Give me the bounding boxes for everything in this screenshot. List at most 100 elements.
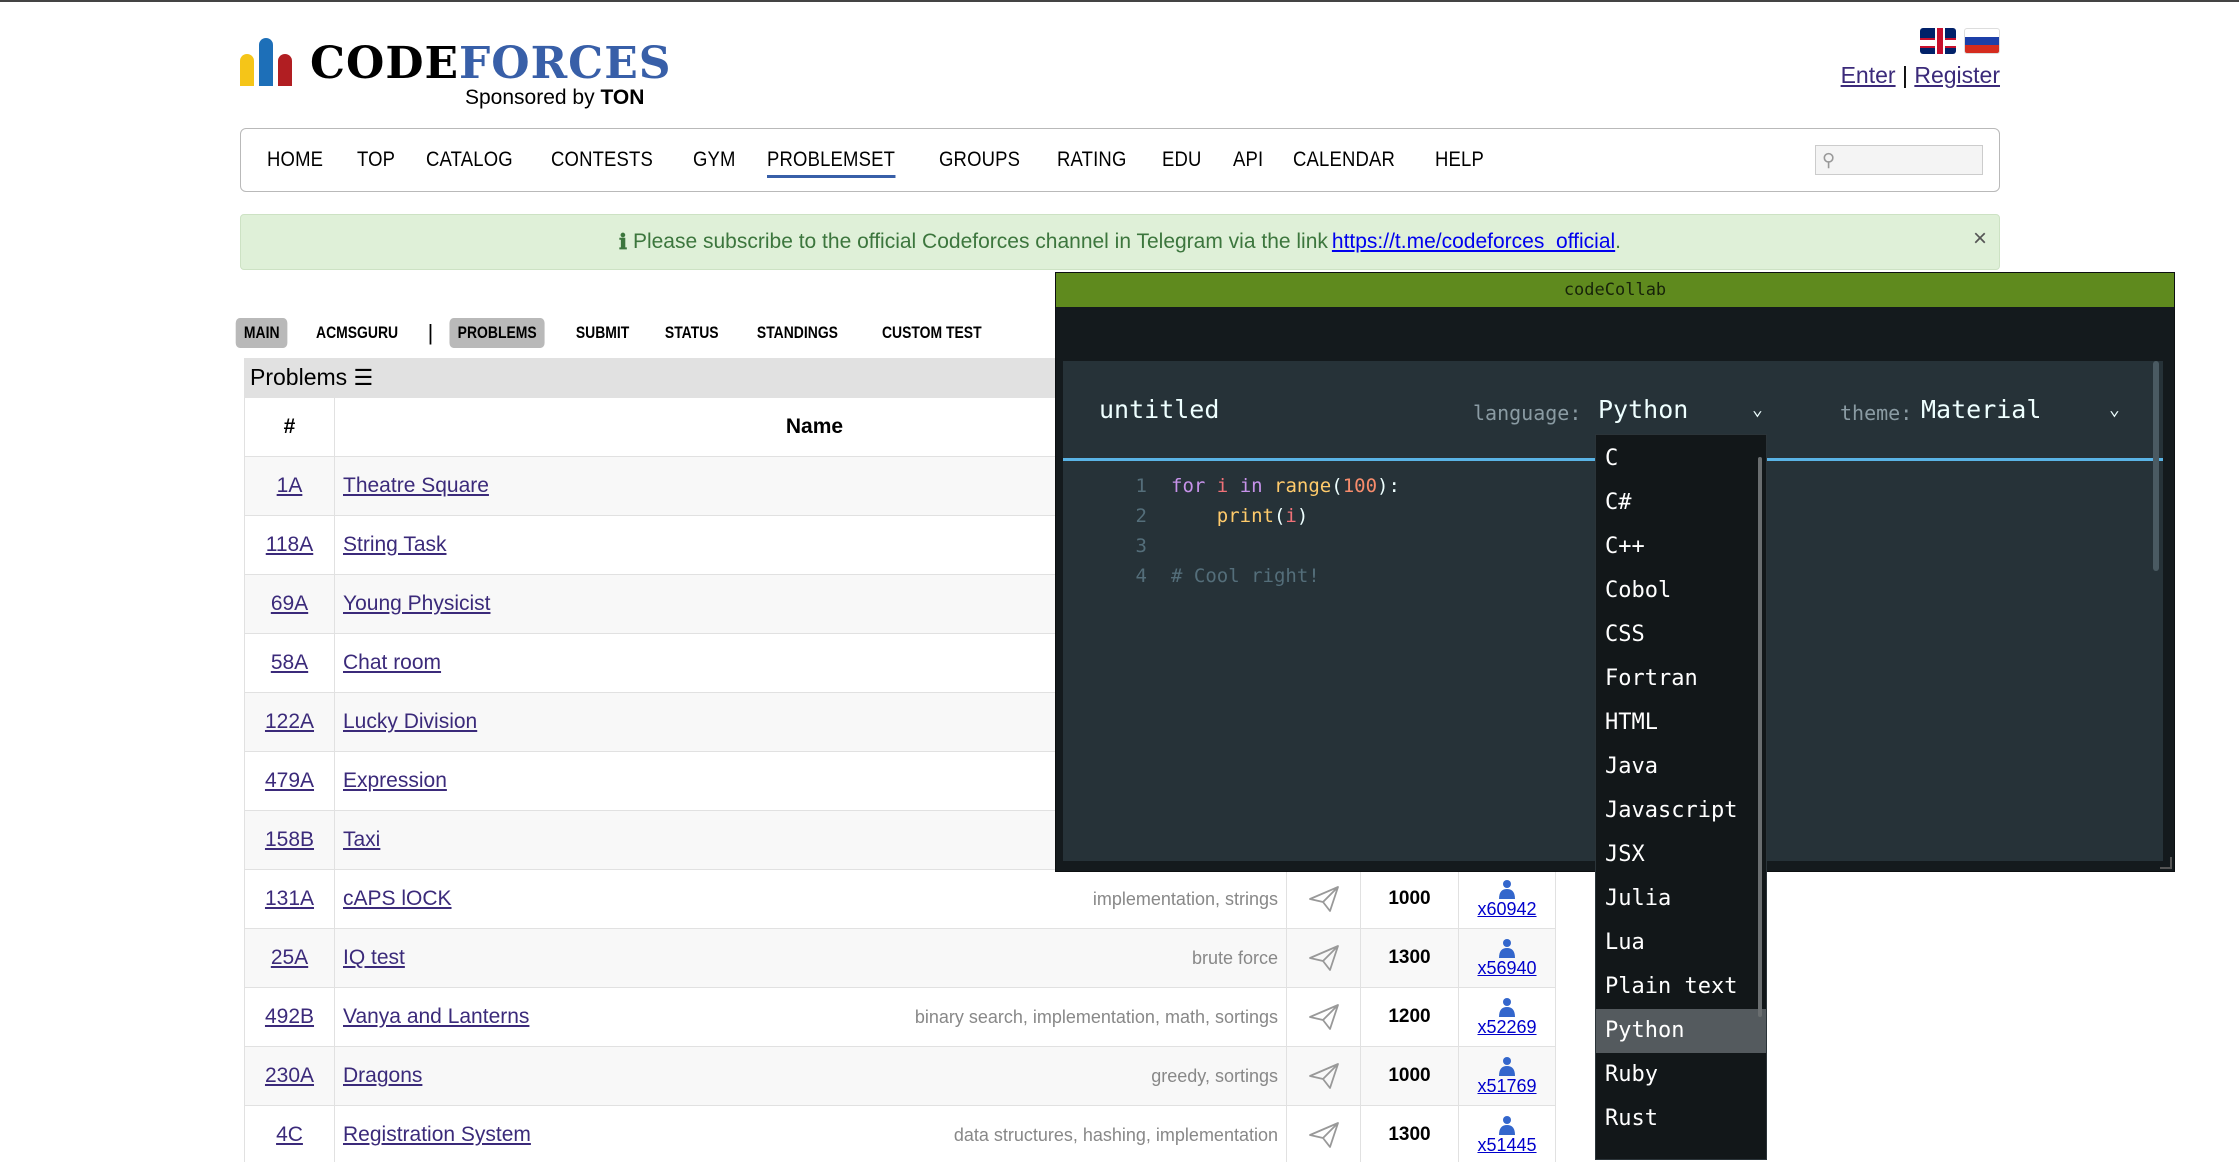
menu-catalog[interactable]: CATALOG [426, 148, 513, 172]
language-option[interactable]: JSX [1596, 833, 1766, 877]
ru-flag-icon[interactable] [1964, 28, 2000, 54]
chevron-down-icon: ⌄ [2109, 399, 2120, 420]
problem-id-link[interactable]: 4C [276, 1123, 303, 1147]
language-select[interactable]: Python ⌄ [1598, 395, 1770, 424]
list-icon[interactable]: ☰ [354, 365, 374, 390]
submit-cell[interactable] [1287, 870, 1361, 928]
problem-id-link[interactable]: 58A [271, 651, 308, 675]
auth-links: Enter | Register [1841, 62, 2000, 89]
problem-id-link[interactable]: 25A [271, 946, 308, 970]
solved-count-link[interactable]: x56940 [1477, 958, 1536, 979]
problem-name-link[interactable]: Expression [343, 769, 447, 793]
enter-link[interactable]: Enter [1841, 62, 1896, 88]
problem-name-link[interactable]: IQ test [343, 946, 405, 970]
language-option[interactable]: Rust [1596, 1097, 1766, 1141]
menu-calendar[interactable]: CALENDAR [1293, 148, 1395, 172]
solved-count-link[interactable]: x51769 [1477, 1076, 1536, 1097]
problem-id-link[interactable]: 118A [266, 533, 314, 557]
solved-count-link[interactable]: x51445 [1477, 1135, 1536, 1156]
problem-name-link[interactable]: Young Physicist [343, 592, 490, 616]
problem-id-link[interactable]: 131A [265, 887, 314, 911]
submit-cell[interactable] [1287, 1047, 1361, 1105]
submit-cell[interactable] [1287, 929, 1361, 987]
menu-top[interactable]: TOP [357, 148, 395, 172]
subnav-status[interactable]: STATUS [656, 318, 726, 348]
line-number: 4 [1135, 565, 1147, 587]
language-option[interactable]: Java [1596, 745, 1766, 789]
solved-count-cell[interactable]: x52269 [1459, 988, 1555, 1046]
problem-name-link[interactable]: Vanya and Lanterns [343, 1005, 529, 1029]
menu-api[interactable]: API [1233, 148, 1263, 172]
language-option[interactable]: Ruby [1596, 1053, 1766, 1097]
menu-problemset[interactable]: PROBLEMSET [767, 148, 895, 178]
subnav-problems[interactable]: PROBLEMS [449, 318, 546, 348]
telegram-link[interactable]: https://t.me/codeforces_official [1332, 230, 1615, 254]
language-option[interactable]: C# [1596, 481, 1766, 525]
menu-groups[interactable]: GROUPS [939, 148, 1020, 172]
problem-id-link[interactable]: 1A [277, 474, 303, 498]
menu-contests[interactable]: CONTESTS [551, 148, 653, 172]
language-option[interactable]: C++ [1596, 525, 1766, 569]
problem-tags[interactable]: data structures, hashing, implementation [954, 1125, 1286, 1146]
problem-name-link[interactable]: Chat room [343, 651, 441, 675]
solved-count-cell[interactable]: x56940 [1459, 929, 1555, 987]
solved-count-cell[interactable]: x51445 [1459, 1106, 1555, 1162]
subnav-acmsguru[interactable]: ACMSGURU [308, 318, 406, 348]
dropdown-scrollbar[interactable] [1758, 457, 1762, 1017]
problem-id-link[interactable]: 492B [265, 1005, 314, 1029]
problem-name-link[interactable]: Dragons [343, 1064, 422, 1088]
problem-tags[interactable]: greedy, sortings [1151, 1066, 1286, 1087]
problem-name-link[interactable]: String Task [343, 533, 447, 557]
menu-gym[interactable]: GYM [693, 148, 736, 172]
language-option[interactable]: C [1596, 437, 1766, 481]
language-option[interactable]: Cobol [1596, 569, 1766, 613]
problem-name-link[interactable]: Taxi [343, 828, 380, 852]
solved-count-cell[interactable]: x51769 [1459, 1047, 1555, 1105]
problem-name-link[interactable]: Registration System [343, 1123, 531, 1147]
problem-id-link[interactable]: 230A [265, 1064, 314, 1088]
solved-count-cell[interactable]: x60942 [1459, 870, 1555, 928]
problem-name-link[interactable]: Theatre Square [343, 474, 489, 498]
language-option[interactable]: Fortran [1596, 657, 1766, 701]
problem-name-link[interactable]: Lucky Division [343, 710, 477, 734]
problem-tags[interactable]: binary search, implementation, math, sor… [915, 1007, 1286, 1028]
language-option[interactable]: Lua [1596, 921, 1766, 965]
menu-edu[interactable]: EDU [1162, 148, 1202, 172]
solved-count-link[interactable]: x60942 [1477, 899, 1536, 920]
language-option[interactable]: Javascript [1596, 789, 1766, 833]
resize-handle[interactable] [2160, 857, 2172, 869]
language-option[interactable]: HTML [1596, 701, 1766, 745]
language-option[interactable]: Julia [1596, 877, 1766, 921]
subnav-submit[interactable]: SUBMIT [567, 318, 637, 348]
menu-home[interactable]: HOME [267, 148, 323, 172]
menu-help[interactable]: HELP [1435, 148, 1484, 172]
problem-id-link[interactable]: 479A [265, 769, 314, 793]
language-option[interactable]: Plain text [1596, 965, 1766, 1009]
subnav-main[interactable]: MAIN [235, 318, 288, 348]
menu-rating[interactable]: RATING [1057, 148, 1127, 172]
language-option[interactable]: Python [1596, 1009, 1766, 1053]
subnav-standings[interactable]: STANDINGS [749, 318, 846, 348]
uk-flag-icon[interactable] [1920, 28, 1956, 54]
line-number: 2 [1135, 505, 1147, 527]
codeforces-logo[interactable]: CODEFORCES [240, 38, 672, 86]
problem-id-link[interactable]: 158B [265, 828, 314, 852]
submit-cell[interactable] [1287, 988, 1361, 1046]
close-icon[interactable]: × [1973, 225, 1987, 253]
problem-id-link[interactable]: 69A [271, 592, 308, 616]
editor-scrollbar[interactable] [2153, 361, 2159, 571]
language-option[interactable]: CSS [1596, 613, 1766, 657]
problem-name-link[interactable]: cAPS lOCK [343, 887, 452, 911]
solved-count-link[interactable]: x52269 [1477, 1017, 1536, 1038]
submit-cell[interactable] [1287, 1106, 1361, 1162]
language-flags [1920, 28, 2000, 54]
theme-select[interactable]: Material ⌄ [1921, 395, 2127, 424]
file-name-input[interactable]: untitled [1099, 395, 1219, 424]
problem-tags[interactable]: brute force [1192, 948, 1286, 969]
search-input[interactable]: ⚲ [1815, 145, 1983, 175]
problem-id-link[interactable]: 122A [265, 710, 314, 734]
subnav-custom-test[interactable]: CUSTOM TEST [874, 318, 990, 348]
problem-tags[interactable]: implementation, strings [1093, 889, 1286, 910]
register-link[interactable]: Register [1914, 62, 2000, 88]
codecollab-title-bar[interactable]: codeCollab [1056, 273, 2174, 307]
